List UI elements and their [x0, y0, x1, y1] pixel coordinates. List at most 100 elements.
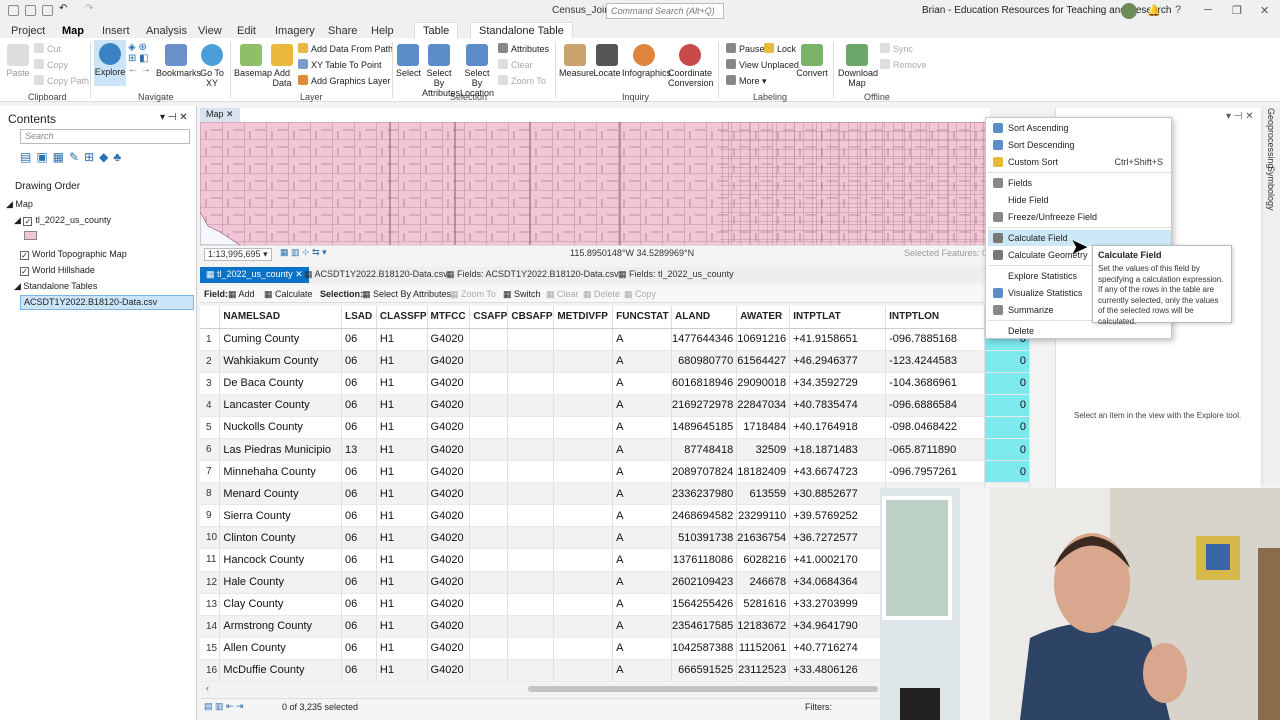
column-header[interactable]: ALAND — [671, 306, 738, 329]
table-row[interactable]: 1 Cuming County 06 H1 G4020 A 1477644346 106912… — [200, 328, 1030, 351]
copy-path-button[interactable]: Copy Path — [34, 75, 89, 86]
menu-custom-sort[interactable]: Custom Sort Ctrl+Shift+S — [988, 154, 1171, 170]
add-data-from-path-button[interactable]: Add Data From Path — [298, 43, 393, 54]
copy-button[interactable]: Copy — [34, 59, 68, 70]
column-header[interactable]: LSAD — [341, 306, 377, 329]
column-header[interactable]: INTPTLON — [885, 306, 986, 329]
row-number[interactable]: 11 — [200, 548, 221, 572]
map-scale-select[interactable]: 1:13,995,695 ▾ — [204, 248, 272, 261]
bookmarks-button[interactable]: Bookmarks — [156, 44, 201, 78]
select-by-attributes-table-button[interactable]: ▦ Select By Attributes — [362, 289, 451, 300]
menu-sort-descending[interactable]: Sort Descending — [988, 137, 1171, 153]
tab-edit[interactable]: Edit — [237, 25, 256, 37]
clear-selection-button[interactable]: Clear — [498, 59, 533, 70]
row-number[interactable]: 1 — [200, 328, 221, 351]
row-number[interactable]: 8 — [200, 482, 221, 506]
menu-fields[interactable]: Fields — [988, 175, 1171, 191]
scrollbar-thumb[interactable] — [528, 686, 878, 692]
layer-visibility-checkbox[interactable]: ✓ — [23, 217, 33, 226]
menu-hide-field[interactable]: Hide Field — [988, 192, 1171, 208]
add-data-button[interactable]: Add Data — [270, 44, 294, 88]
restore-icon[interactable]: ❐ — [1232, 4, 1242, 17]
row-number[interactable]: 2 — [200, 350, 221, 373]
tab-standalone-table[interactable]: Standalone Table — [470, 22, 573, 38]
contents-search-input[interactable]: Search — [20, 129, 190, 144]
column-header[interactable]: AWATER — [736, 306, 791, 329]
row-number[interactable]: 4 — [200, 394, 221, 417]
row-number[interactable]: 5 — [200, 416, 221, 439]
locate-button[interactable]: Locate — [593, 44, 621, 78]
tab-analysis[interactable]: Analysis — [146, 25, 187, 37]
toc-map[interactable]: ◢ Map — [6, 199, 33, 210]
xy-table-to-point-button[interactable]: XY Table To Point — [298, 59, 382, 70]
column-header[interactable]: CLASSFP — [376, 306, 428, 329]
toc-layer-county[interactable]: ◢ ✓ tl_2022_us_county — [14, 215, 111, 226]
select-by-location-button[interactable]: Select By Location — [459, 44, 495, 98]
tab-county-table[interactable]: ▦ tl_2022_us_county ✕ — [200, 267, 309, 283]
convert-button[interactable]: Convert — [796, 44, 828, 78]
horizontal-scrollbar[interactable]: ‹ — [200, 683, 880, 695]
toc-standalone-tables[interactable]: ◢ Standalone Tables — [14, 281, 97, 292]
tab-fields-csv[interactable]: ▦ Fields: ACSDT1Y2022.B18120-Data.csv — [440, 267, 625, 283]
tab-csv-table[interactable]: ▦ ACSDT1Y2022.B18120-Data.csv — [298, 267, 454, 283]
coordinate-conversion-button[interactable]: Coordinate Conversion — [668, 44, 714, 88]
delete-table-button[interactable]: ▦ Delete — [583, 289, 620, 300]
scroll-left-icon[interactable]: ‹ — [206, 683, 209, 693]
table-row[interactable]: 3 De Baca County 06 H1 G4020 A 6016818946 29090… — [200, 372, 1030, 395]
table-row[interactable]: 7 Minnehaha County 06 H1 G4020 A 2089707824 181… — [200, 460, 1030, 484]
column-header[interactable]: METDIVFP — [553, 306, 614, 329]
goto-xy-button[interactable]: Go To XY — [200, 44, 224, 88]
row-number[interactable]: 15 — [200, 637, 221, 660]
map-nav-icons[interactable]: ▦ ▥ ⊹ ⇆ ▾ — [280, 247, 327, 258]
avatar[interactable] — [1121, 3, 1137, 19]
table-view-icons[interactable]: ▤ ▥ ⇤ ⇥ — [204, 701, 244, 712]
zoom-to-selection-button[interactable]: Zoom To — [498, 75, 546, 86]
help-icon[interactable]: ? — [1175, 4, 1181, 16]
table-row[interactable]: 4 Lancaster County 06 H1 G4020 A 2169272978 228… — [200, 394, 1030, 417]
table-row[interactable]: 2 Wahkiakum County 06 H1 G4020 A 680980770 6156… — [200, 350, 1030, 373]
pane-close-icon[interactable]: ▾ ⊣ ✕ — [1226, 111, 1254, 122]
sync-button[interactable]: Sync — [880, 43, 913, 54]
view-unplaced-button[interactable]: View Unplaced — [726, 59, 799, 70]
menu-sort-ascending[interactable]: Sort Ascending — [988, 120, 1171, 136]
toc-layer-hillshade[interactable]: ✓ World Hillshade — [20, 265, 95, 276]
menu-freeze-field[interactable]: Freeze/Unfreeze Field — [988, 209, 1171, 225]
measure-button[interactable]: Measure — [559, 44, 594, 78]
explore-button[interactable]: Explore — [94, 40, 126, 86]
row-number[interactable]: 3 — [200, 372, 221, 395]
command-search-input[interactable]: Command Search (Alt+Q) — [606, 3, 724, 19]
contents-toolbar-icons[interactable]: ▤▣▦✎⊞◆♣ — [20, 150, 126, 164]
topo-visibility-checkbox[interactable]: ✓ — [20, 251, 29, 260]
zoom-to-table-button[interactable]: ▦ Zoom To — [450, 289, 496, 300]
labeling-more-button[interactable]: More ▾ — [726, 75, 767, 87]
download-map-button[interactable]: Download Map — [838, 44, 878, 88]
map-canvas[interactable] — [200, 122, 990, 245]
table-row[interactable]: 5 Nuckolls County 06 H1 G4020 A 1489645185 1718… — [200, 416, 1030, 439]
column-header[interactable]: CSAFP — [469, 306, 509, 329]
table-row[interactable]: 6 Las Piedras Municipio 13 H1 G4020 A 87748418… — [200, 438, 1030, 462]
close-icon[interactable]: ✕ — [1260, 4, 1269, 17]
clear-table-button[interactable]: ▦ Clear — [546, 289, 579, 300]
hillshade-visibility-checkbox[interactable]: ✓ — [20, 267, 29, 276]
tab-insert[interactable]: Insert — [102, 25, 130, 37]
notification-icon[interactable]: 🔔 — [1147, 4, 1161, 17]
row-number[interactable]: 6 — [200, 438, 221, 462]
attributes-button[interactable]: Attributes — [498, 43, 549, 54]
infographics-button[interactable]: Infographics — [622, 44, 671, 78]
add-graphics-layer-button[interactable]: Add Graphics Layer — [298, 75, 391, 86]
column-header[interactable]: CBSAFP — [507, 306, 555, 329]
remove-button[interactable]: Remove — [880, 59, 927, 70]
pause-labeling-button[interactable]: Pause — [726, 43, 765, 54]
tab-imagery[interactable]: Imagery — [275, 25, 315, 37]
column-header[interactable]: INTPTLAT — [789, 306, 887, 329]
column-header[interactable]: NAMELSAD — [219, 306, 343, 329]
save-icon[interactable] — [42, 5, 53, 16]
row-number[interactable]: 10 — [200, 526, 221, 550]
switch-selection-button[interactable]: ▦ Switch — [503, 289, 541, 300]
tab-fields-county[interactable]: ▦ Fields: tl_2022_us_county — [612, 267, 740, 283]
column-header[interactable]: MTFCC — [427, 306, 471, 329]
basemap-button[interactable]: Basemap — [234, 44, 272, 78]
undo-icon[interactable]: ↶ — [59, 3, 70, 14]
calculate-button[interactable]: ▦ Calculate — [264, 289, 313, 300]
new-project-icon[interactable] — [8, 5, 19, 16]
